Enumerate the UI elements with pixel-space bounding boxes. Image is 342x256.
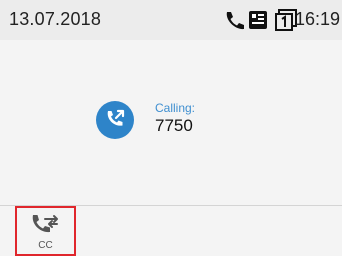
call-screen: Calling: 7750: [0, 40, 342, 205]
calendar-icon: [275, 9, 297, 31]
softkey-bar: CC: [0, 206, 342, 256]
status-icons: [223, 8, 297, 32]
status-bar: 13.07.2018 16:19: [0, 0, 342, 40]
call-number: 7750: [155, 116, 193, 135]
status-time: 16:19: [295, 9, 341, 29]
contact-card-icon: [248, 10, 268, 30]
call-transfer-icon: [32, 215, 58, 233]
softkey-cc-label: CC: [38, 240, 53, 251]
softkey-cc-button[interactable]: CC: [15, 206, 76, 256]
status-date: 13.07.2018: [9, 9, 102, 29]
handset-icon: [223, 10, 245, 30]
call-status-label: Calling:: [155, 101, 196, 115]
outgoing-call-icon: [96, 101, 134, 139]
